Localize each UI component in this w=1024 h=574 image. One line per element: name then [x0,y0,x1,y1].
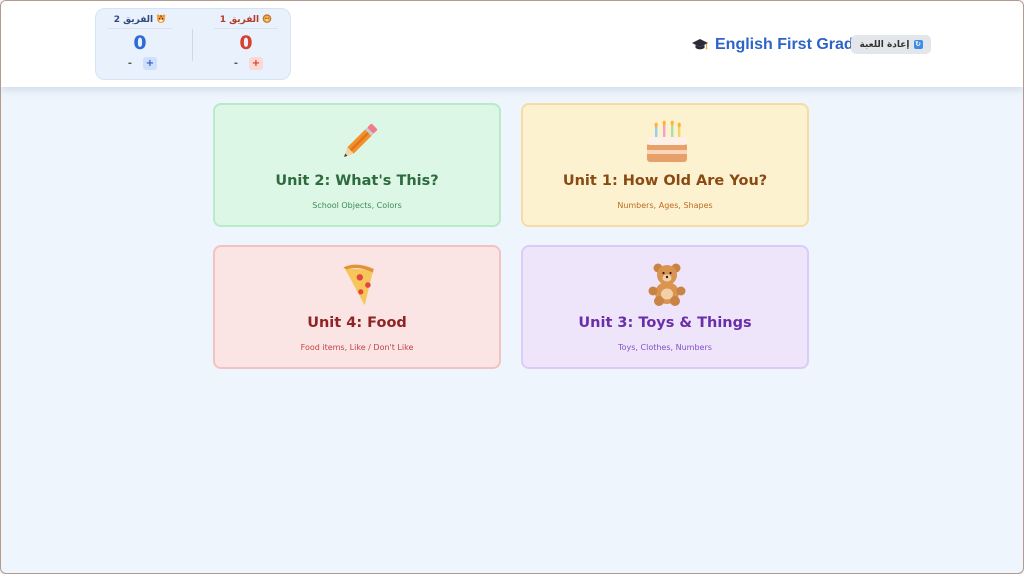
unit-card-3[interactable]: Unit 3: Toys & Things Toys, Clothes, Num… [521,245,809,369]
birthday-cake-icon [647,120,687,162]
team-1-name: الفريق 1 [214,14,278,29]
app-window: الفريق 2 0 - + الفريق 1 0 - + English Fi… [0,0,1024,574]
scoreboard: الفريق 2 0 - + الفريق 1 0 - + [95,8,291,80]
restart-icon: ↻ [913,40,923,49]
scoreboard-divider [192,29,193,61]
team-2-minus-button[interactable]: - [123,57,137,70]
unit-card-1[interactable]: Unit 1: How Old Are You? Numbers, Ages, … [521,103,809,227]
unit-3-title: Unit 3: Toys & Things [578,315,752,331]
team-2-plus-button[interactable]: + [143,57,157,70]
unit-3-subtitle: Toys, Clothes, Numbers [618,343,712,352]
unit-card-4[interactable]: Unit 4: Food Food items, Like / Don't Li… [213,245,501,369]
team-1-score: 0 [239,32,253,54]
reset-game-button[interactable]: إعادة اللعبة ↻ [851,35,931,54]
app-title: English First Grade [715,36,863,53]
unit-4-title: Unit 4: Food [307,315,407,331]
app-title-group: English First Grade [691,34,863,56]
lion-icon [262,14,272,23]
unit-1-subtitle: Numbers, Ages, Shapes [617,201,713,210]
teddy-bear-icon [648,263,686,306]
pizza-icon [343,264,374,306]
unit-4-subtitle: Food items, Like / Don't Like [300,343,414,352]
tiger-icon [156,14,166,23]
graduation-cap-icon [692,39,708,50]
reset-label: إعادة اللعبة [859,39,910,50]
header: الفريق 2 0 - + الفريق 1 0 - + English Fi… [1,1,1023,87]
team-2-score: 0 [133,32,147,54]
team-1-panel: الفريق 1 0 - + [206,14,286,70]
team-1-minus-button[interactable]: - [229,57,243,70]
team-2-name: الفريق 2 [108,14,172,29]
unit-2-subtitle: School Objects, Colors [312,201,402,210]
unit-card-2[interactable]: Unit 2: What's This? School Objects, Col… [213,103,501,227]
team-1-plus-button[interactable]: + [249,57,263,70]
pencil-icon [344,123,378,157]
team-2-panel: الفريق 2 0 - + [100,14,180,70]
unit-1-title: Unit 1: How Old Are You? [562,173,768,189]
unit-2-title: Unit 2: What's This? [275,173,439,189]
